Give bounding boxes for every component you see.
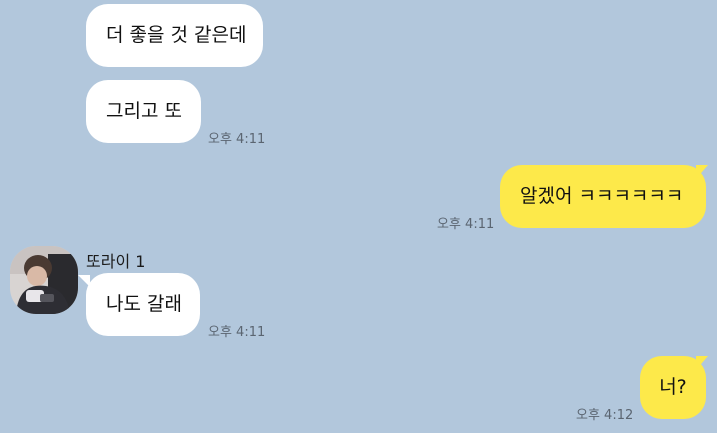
incoming-message-bubble[interactable]: 나도 갈래	[86, 273, 200, 336]
message-timestamp: 오후 4:11	[208, 325, 266, 340]
incoming-message-bubble[interactable]: 더 좋을 것 같은데	[86, 4, 263, 67]
profile-photo-icon	[10, 246, 78, 314]
outgoing-message-bubble[interactable]: 알겠어 ㅋㅋㅋㅋㅋㅋ	[500, 165, 706, 228]
message-text: 나도 갈래	[106, 293, 182, 315]
message-text: 더 좋을 것 같은데	[106, 24, 247, 46]
message-timestamp: 오후 4:12	[576, 408, 634, 423]
message-text: 너?	[659, 376, 687, 398]
bubble-tail	[78, 275, 90, 287]
chat-area[interactable]: 더 좋을 것 같은데 그리고 또 오후 4:11 알겠어 ㅋㅋㅋㅋㅋㅋ 오후 4…	[0, 0, 717, 433]
bubble-tail	[696, 165, 708, 179]
incoming-message-bubble[interactable]: 그리고 또	[86, 80, 201, 143]
message-timestamp: 오후 4:11	[437, 217, 495, 232]
bubble-tail	[696, 356, 708, 370]
sender-avatar[interactable]	[10, 246, 78, 314]
message-text: 그리고 또	[106, 100, 182, 122]
sender-name: 또라이 1	[86, 252, 146, 271]
message-timestamp: 오후 4:11	[208, 132, 266, 147]
message-text: 알겠어 ㅋㅋㅋㅋㅋㅋ	[520, 185, 684, 207]
